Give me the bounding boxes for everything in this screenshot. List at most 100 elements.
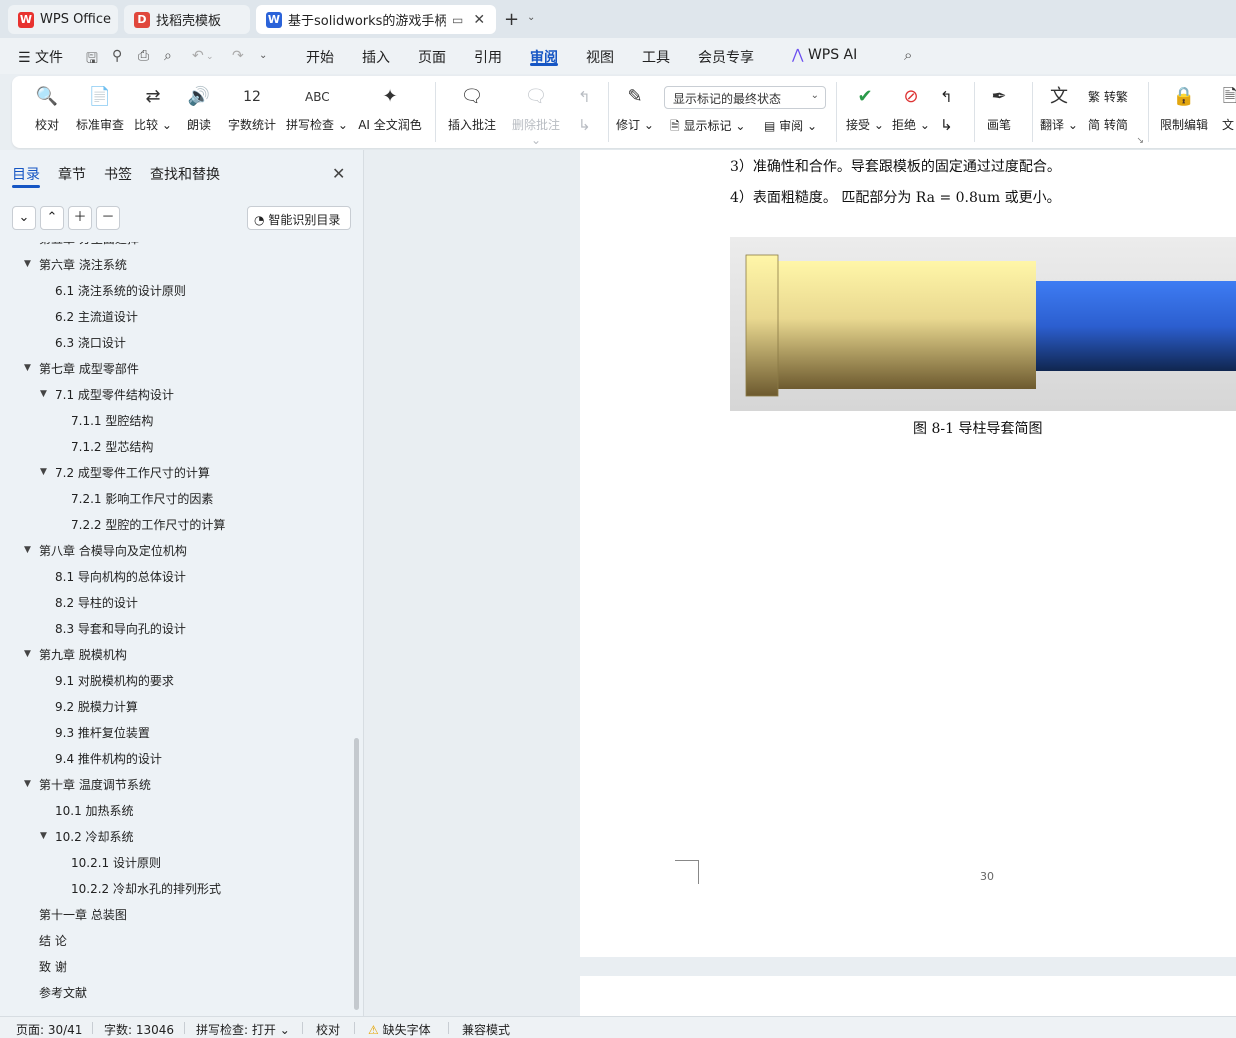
previous-change-icon[interactable]: ↰ xyxy=(940,88,953,106)
track-changes-button[interactable]: ✎ 修订 ⌄ xyxy=(616,84,654,133)
print-preview-icon[interactable]: ⌕ xyxy=(164,48,172,64)
proofread-status[interactable]: 校对 xyxy=(316,1021,340,1038)
missing-font-status[interactable]: ⚠ 缺失字体 xyxy=(368,1021,431,1038)
toc-item[interactable]: 7.1.2 型芯结构 xyxy=(71,438,153,455)
scrollbar-thumb[interactable] xyxy=(354,738,359,1010)
dialog-launcher-icon[interactable]: ↘ xyxy=(1136,136,1144,146)
close-icon[interactable]: ✕ xyxy=(473,12,485,28)
to-simplified-button[interactable]: 简 转简 xyxy=(1088,116,1128,133)
toc-item[interactable]: 第十章 温度调节系统 xyxy=(39,776,151,793)
toc-item[interactable]: 参考文献 xyxy=(39,984,87,1001)
menu-insert[interactable]: 插入 xyxy=(362,47,390,67)
spell-check-button[interactable]: ABC 拼写检查 ⌄ xyxy=(286,84,348,133)
expand-all-button[interactable]: ⌄ xyxy=(12,206,36,230)
toc-item[interactable]: 7.2.2 型腔的工作尺寸的计算 xyxy=(71,516,225,533)
toc-item[interactable]: 7.1.1 型腔结构 xyxy=(71,412,153,429)
remove-heading-button[interactable]: － xyxy=(96,206,120,230)
toc-item[interactable]: 致 谢 xyxy=(39,958,67,975)
toc-expand-caret-icon[interactable]: ▼ xyxy=(40,389,47,399)
accept-button[interactable]: ✔ 接受 ⌄ xyxy=(846,84,884,133)
tab-document[interactable]: W 基于solidworks的游戏手柄方 ▭ ✕ xyxy=(256,5,496,34)
insert-comment-button[interactable]: 🗨 插入批注 xyxy=(446,84,498,133)
pen-button[interactable]: ✒ 画笔 xyxy=(984,84,1014,133)
reject-button[interactable]: ⊘ 拒绝 ⌄ xyxy=(892,84,930,133)
menu-member[interactable]: 会员专享 xyxy=(698,47,754,67)
toc-item[interactable]: 第六章 浇注系统 xyxy=(39,256,127,273)
toc-item[interactable]: 9.4 推件机构的设计 xyxy=(55,750,162,767)
toc-item[interactable]: 7.1 成型零件结构设计 xyxy=(55,386,174,403)
toc-item[interactable]: 9.1 对脱模机构的要求 xyxy=(55,672,174,689)
toc-item[interactable]: 10.1 加热系统 xyxy=(55,802,134,819)
toc-item[interactable]: 6.2 主流道设计 xyxy=(55,308,138,325)
chevron-down-icon[interactable]: ⌄ xyxy=(527,12,535,23)
toc-expand-caret-icon[interactable]: ▼ xyxy=(24,649,31,659)
toc-item[interactable]: 9.3 推杆复位装置 xyxy=(55,724,150,741)
toc-item[interactable]: 10.2.1 设计原则 xyxy=(71,854,161,871)
add-heading-button[interactable]: ＋ xyxy=(68,206,92,230)
menu-home[interactable]: 开始 xyxy=(306,47,334,67)
toc-expand-caret-icon[interactable]: ▼ xyxy=(24,779,31,789)
toc-item[interactable]: 6.1 浇注系统的设计原则 xyxy=(55,282,186,299)
toc-item[interactable]: 结 论 xyxy=(39,932,67,949)
toc-item[interactable]: 7.2 成型零件工作尺寸的计算 xyxy=(55,464,210,481)
show-markup-button[interactable]: 🗎 显示标记 ⌄ xyxy=(670,117,745,138)
save-icon[interactable]: 🖫 xyxy=(86,48,98,72)
word-count-button[interactable]: 12 字数统计 xyxy=(226,84,278,133)
restrict-edit-button[interactable]: 🔒 限制编辑 xyxy=(1158,84,1210,133)
menu-references[interactable]: 引用 xyxy=(474,47,502,67)
menu-view[interactable]: 视图 xyxy=(586,47,614,67)
print-icon[interactable]: ⎙ xyxy=(138,48,149,64)
toc-item[interactable]: 8.2 导柱的设计 xyxy=(55,594,138,611)
toc-expand-caret-icon[interactable]: ▼ xyxy=(40,467,47,477)
collapse-all-button[interactable]: ⌃ xyxy=(40,206,64,230)
read-aloud-button[interactable]: 🔊 朗读 xyxy=(184,84,214,133)
tab-docer-templates[interactable]: D 找稻壳模板 xyxy=(124,5,250,34)
proofread-button[interactable]: 🔍 校对 xyxy=(32,84,62,133)
toc-item[interactable]: 7.2.1 影响工作尺寸的因素 xyxy=(71,490,213,507)
close-icon[interactable]: ✕ xyxy=(332,164,345,183)
next-change-icon[interactable]: ↳ xyxy=(940,116,953,134)
toc-item[interactable]: 第五章 分型面选择 xyxy=(39,242,139,247)
toc-expand-caret-icon[interactable]: ▼ xyxy=(24,259,31,269)
search-icon[interactable]: ⌕ xyxy=(904,46,912,64)
menu-page[interactable]: 页面 xyxy=(418,47,446,67)
delete-comment-button[interactable]: 🗨 删除批注 ⌄ xyxy=(506,84,566,147)
document-page[interactable]: 3）准确性和合作。导套跟模板的固定通过过度配合。 4）表面粗糙度。 匹配部分为 … xyxy=(580,150,1236,957)
next-comment-icon[interactable]: ↳ xyxy=(578,116,591,134)
menu-wps-ai[interactable]: ⋀ WPS AI xyxy=(792,47,857,63)
tab-find-replace[interactable]: 查找和替换 xyxy=(150,164,220,184)
toc-item[interactable]: 第十一章 总装图 xyxy=(39,906,127,923)
toc-item[interactable]: 第九章 脱模机构 xyxy=(39,646,127,663)
ai-polish-button[interactable]: ✦ AI 全文润色 xyxy=(356,84,424,133)
to-traditional-button[interactable]: 繁 转繁 xyxy=(1088,88,1128,105)
redo-icon[interactable]: ↷ xyxy=(232,48,244,64)
toc-item[interactable]: 8.1 导向机构的总体设计 xyxy=(55,568,186,585)
toc-item[interactable]: 10.2.2 冷却水孔的排列形式 xyxy=(71,880,221,897)
toc-item[interactable]: 10.2 冷却系统 xyxy=(55,828,134,845)
tab-sections[interactable]: 章节 xyxy=(58,164,86,184)
toc-item[interactable]: 第七章 成型零部件 xyxy=(39,360,139,377)
toc-expand-caret-icon[interactable]: ▼ xyxy=(24,363,31,373)
next-document-page[interactable] xyxy=(580,976,1236,1016)
new-tab-icon[interactable]: + xyxy=(504,9,519,30)
tab-toc[interactable]: 目录 xyxy=(12,164,40,184)
tab-bookmarks[interactable]: 书签 xyxy=(104,164,132,184)
toc-expand-caret-icon[interactable]: ▼ xyxy=(40,831,47,841)
toc-expand-caret-icon[interactable]: ▼ xyxy=(24,545,31,555)
document-permissions-button[interactable]: 🗎 文 xyxy=(1218,84,1236,133)
smart-toc-button[interactable]: ◔ 智能识别目录 xyxy=(247,206,351,230)
more-chevron-icon[interactable]: ⌄ xyxy=(259,50,267,61)
undo-icon[interactable]: ↶ xyxy=(192,48,204,64)
link-icon[interactable]: ⚲ xyxy=(112,48,122,64)
menu-tools[interactable]: 工具 xyxy=(642,47,670,67)
chevron-down-icon[interactable]: ⌄ xyxy=(206,52,214,62)
standard-review-button[interactable]: 📄 标准审查 xyxy=(74,84,126,133)
translate-button[interactable]: 文翻译 ⌄ xyxy=(1040,84,1078,133)
markup-state-select[interactable]: 显示标记的最终状态 ⌄ xyxy=(664,86,826,109)
file-menu[interactable]: ☰ 文件 xyxy=(18,47,63,67)
monitor-icon[interactable]: ▭ xyxy=(452,13,463,27)
tab-wps-office[interactable]: W WPS Office xyxy=(8,5,118,34)
toc-item[interactable]: 9.2 脱模力计算 xyxy=(55,698,138,715)
spell-check-status[interactable]: 拼写检查: 打开 ⌄ xyxy=(196,1021,290,1038)
compare-button[interactable]: ⇄ 比较 ⌄ xyxy=(134,84,172,133)
